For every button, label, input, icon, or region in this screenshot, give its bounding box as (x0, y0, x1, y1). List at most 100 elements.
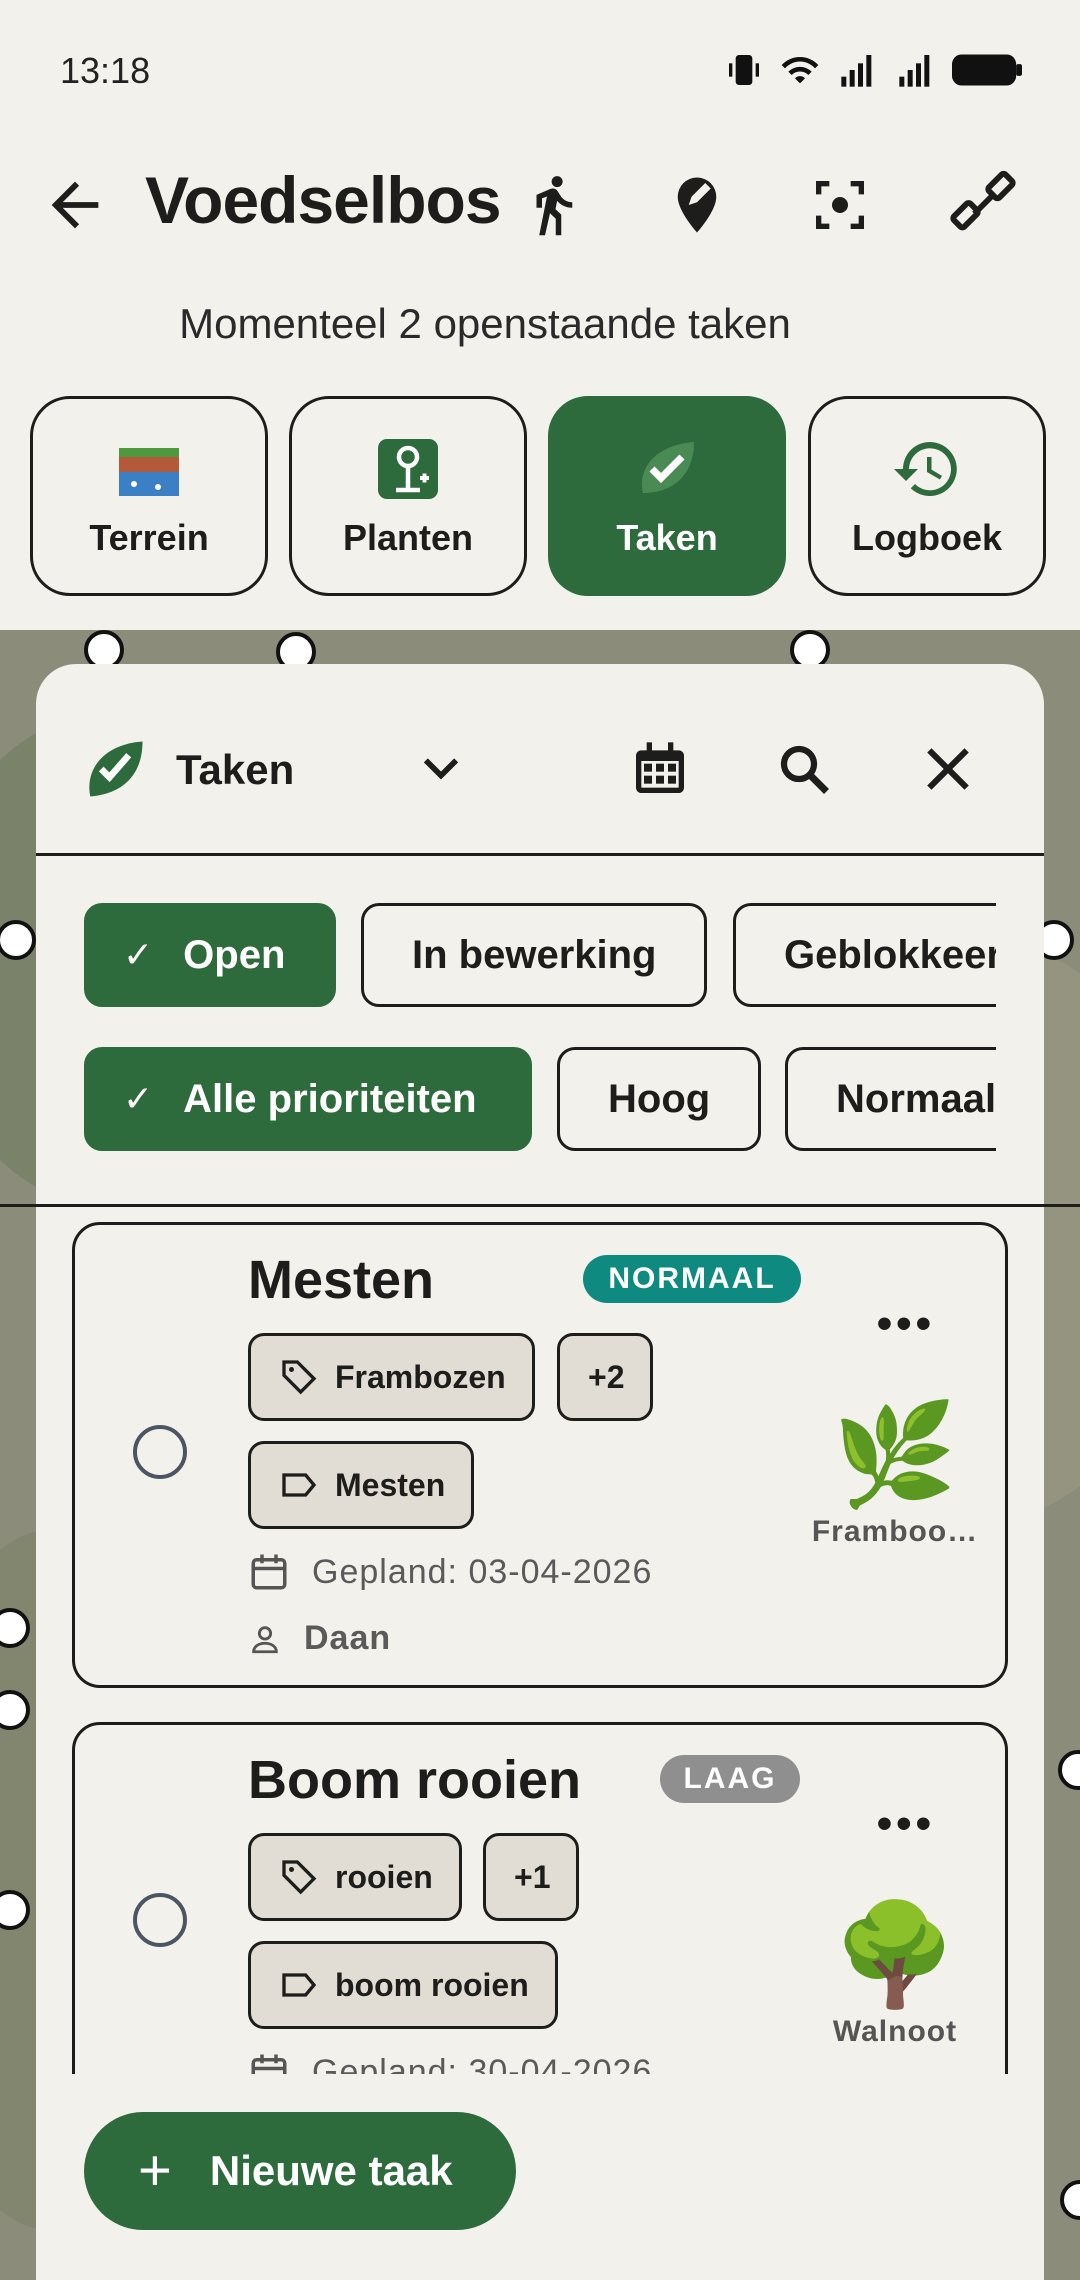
map-marker[interactable] (1058, 1750, 1080, 1790)
more-tags-chip[interactable]: +1 (483, 1833, 580, 1921)
signal-icon-2 (899, 55, 930, 87)
tab-terrein[interactable]: Terrein (30, 396, 268, 596)
filter-hoog[interactable]: Hoog (557, 1047, 761, 1151)
linked-plant[interactable]: 🌳 Walnoot (795, 1895, 995, 2049)
chip-label: Alle prioriteiten (183, 1076, 477, 1121)
plus-icon: + (138, 2138, 172, 2203)
status-bar: 13:18 (0, 0, 1080, 140)
task-title: Boom rooien (248, 1750, 581, 1810)
task-complete-radio[interactable] (133, 1893, 187, 1947)
walk-icon (536, 176, 573, 236)
tree-icon: 🌳 (832, 1899, 958, 2011)
tag-label: +1 (514, 1858, 551, 1895)
battery-icon (952, 54, 1022, 86)
filter-geblokkeerd[interactable]: Geblokkeerd (733, 903, 996, 1007)
tag-icon (282, 1860, 317, 1895)
filter-divider (0, 1204, 1080, 1207)
wifi-icon (781, 56, 819, 84)
task-label-chip[interactable]: boom rooien (248, 1941, 558, 2029)
open-tasks-summary: Momenteel 2 openstaande taken (179, 300, 791, 347)
task-card[interactable]: Mesten NORMAAL ••• Frambozen +2 Mesten G… (72, 1222, 1008, 1688)
tasks-icon (641, 442, 694, 493)
plant-tag[interactable]: Frambozen (248, 1333, 535, 1421)
chevron-down-icon (423, 758, 459, 780)
filter-in-bewerking[interactable]: In bewerking (361, 903, 707, 1007)
person-icon (252, 1625, 278, 1653)
plant-name: Framboo… (811, 1515, 979, 1548)
edit-location-icon (677, 177, 717, 233)
calendar-icon (636, 742, 684, 793)
walk-button[interactable] (508, 160, 598, 250)
plant-tag[interactable]: rooien (248, 1833, 462, 1921)
task-label-chip[interactable]: Mesten (248, 1441, 475, 1529)
tab-label: Terrein (89, 517, 209, 558)
search-icon (780, 745, 829, 794)
calendar-icon (251, 1554, 287, 1590)
satellite-button[interactable] (938, 160, 1028, 250)
filter-normaal[interactable]: Normaal (785, 1047, 996, 1151)
search-button[interactable] (769, 734, 839, 804)
label-icon (282, 1473, 317, 1497)
app-bar: Voedselbos (0, 140, 1080, 270)
filter-alle-prioriteiten[interactable]: ✓ Alle prioriteiten (84, 1047, 532, 1151)
plant-name: Walnoot (832, 2015, 958, 2048)
focus-button[interactable] (795, 160, 885, 250)
calendar-button[interactable] (625, 734, 695, 804)
tasks-leaf-icon (89, 741, 143, 797)
map-marker[interactable] (1060, 2180, 1080, 2220)
more-options-button[interactable]: ••• (877, 1299, 935, 1349)
chip-label: Open (183, 932, 286, 977)
signal-icon (841, 55, 872, 87)
arrow-back-icon (51, 181, 99, 229)
more-tags-chip[interactable]: +2 (557, 1333, 654, 1421)
priority-badge: NORMAAL (583, 1255, 801, 1303)
new-task-label: Nieuwe taak (209, 2147, 453, 2194)
chip-label: Hoog (608, 1076, 711, 1121)
assignee-name: Daan (304, 1619, 392, 1657)
linked-plant[interactable]: 🌿 Framboo… (795, 1395, 995, 1549)
panel-title: Taken (176, 746, 295, 793)
tag-label: rooien (335, 1858, 433, 1895)
chip-label: Normaal (836, 1076, 996, 1121)
history-icon (894, 442, 957, 496)
label-text: Mesten (335, 1466, 446, 1503)
status-filter-row: ✓ Open In bewerking Geblokkeerd (36, 900, 996, 1010)
chip-label: Geblokkeerd (784, 932, 996, 977)
more-options-button[interactable]: ••• (877, 1799, 935, 1849)
close-button[interactable] (913, 734, 983, 804)
tag-icon (282, 1360, 317, 1395)
priority-badge: LAAG (660, 1755, 800, 1803)
tab-label: Taken (616, 517, 718, 558)
back-button[interactable] (40, 170, 110, 240)
tag-label: Frambozen (335, 1358, 506, 1395)
label-text: boom rooien (335, 1966, 529, 2003)
tab-label: Planten (342, 517, 474, 558)
terrain-icon (119, 448, 179, 496)
page-title: Voedselbos (145, 163, 502, 237)
center-focus-icon (816, 181, 864, 229)
close-icon (927, 748, 969, 790)
tab-label: Logboek (852, 517, 1002, 558)
chip-label: In bewerking (412, 932, 657, 977)
check-icon: ✓ (123, 1078, 154, 1119)
satellite-icon (950, 170, 1016, 231)
planned-date-text: Gepland: 03-04-2026 (312, 1552, 653, 1591)
tab-planten[interactable]: Planten (289, 396, 527, 596)
status-icons (724, 50, 1022, 90)
task-title: Mesten (248, 1250, 435, 1310)
new-task-button[interactable]: + Nieuwe taak (84, 2112, 516, 2230)
status-time: 13:18 (60, 50, 151, 91)
tab-taken[interactable]: Taken (548, 396, 786, 596)
panel-header: Taken (36, 664, 1044, 856)
task-complete-radio[interactable] (133, 1425, 187, 1479)
assignee: Daan (248, 1619, 391, 1658)
edit-location-button[interactable] (652, 160, 742, 250)
plants-icon (378, 439, 438, 499)
tag-label: +2 (588, 1358, 625, 1395)
herb-icon: 🌿 (832, 1399, 958, 1511)
tab-logboek[interactable]: Logboek (808, 396, 1046, 596)
priority-filter-row: ✓ Alle prioriteiten Hoog Normaal (36, 1044, 996, 1154)
filter-open[interactable]: ✓ Open (84, 903, 336, 1007)
panel-dropdown-button[interactable] (406, 734, 476, 804)
planned-date: Gepland: 03-04-2026 (248, 1551, 652, 1593)
